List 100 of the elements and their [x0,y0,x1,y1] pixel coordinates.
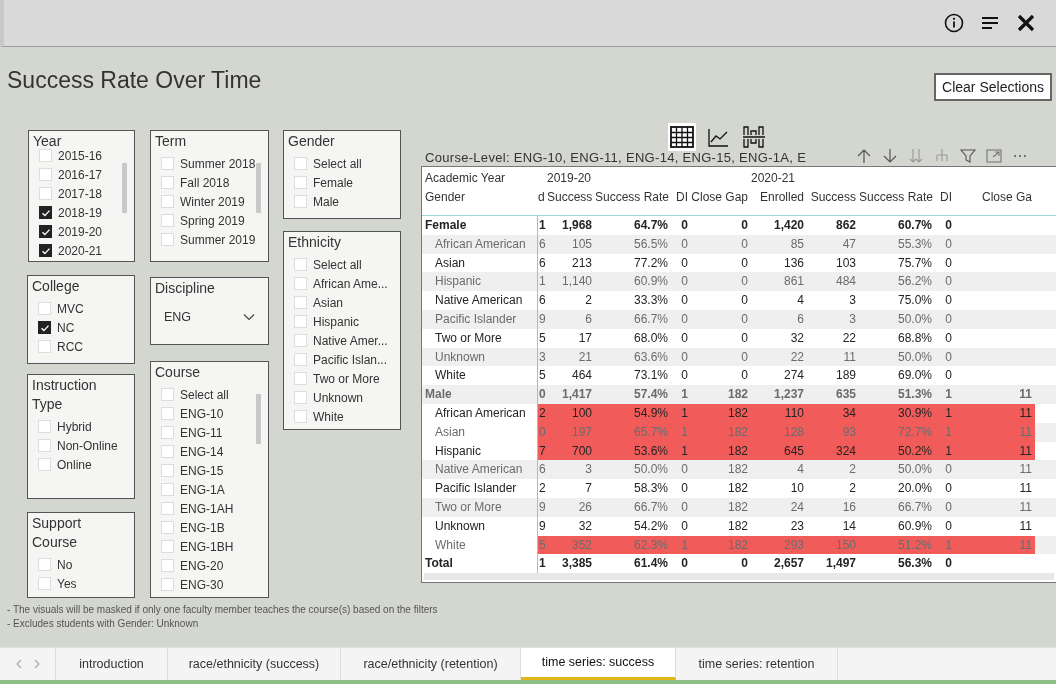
checkbox[interactable] [39,244,52,257]
table-cell-text: 5 [538,329,547,347]
table-cell-text: 4 [796,461,805,479]
table-cell: 5 [538,535,547,555]
scrollbar[interactable] [256,394,261,444]
checkbox-label: Spring 2019 [180,212,245,230]
checkbox-label: Online [57,456,92,474]
checkbox-label: RCC [57,338,83,356]
table-title: Course-Level: ENG-10, ENG-11, ENG-14, ENG-15, ENG-1A, E [425,150,807,165]
table-cell-text: 0 [680,311,689,328]
table-cell-text: 1 [538,217,547,234]
column-header: DI [675,189,689,206]
table-cell-text: 1,140 [560,273,593,291]
table-cell-text: 5 [538,367,547,385]
table-cell-text: 22 [789,348,805,366]
double-arrow-down-icon[interactable] [908,148,924,164]
table-cell-text: 32 [577,517,593,535]
table-cell-text: 0 [680,461,689,479]
table-cell-text: 0 [680,517,689,535]
table-cell-text: 56.3% [896,555,933,573]
checkbox[interactable] [38,321,51,334]
filter-icon[interactable] [960,148,976,164]
filter-title: Gender [288,132,336,151]
column-header: Close Gap [691,189,749,206]
close-icon[interactable] [1016,13,1036,33]
table-cell-text: 3 [848,311,857,328]
horizontal-scrollbar[interactable] [424,573,1054,580]
checkbox[interactable] [39,206,52,219]
chevron-right-icon[interactable] [33,659,40,669]
table-cell-text: 33.3% [632,292,669,310]
dropdown[interactable]: ENG [157,304,262,330]
arrow-down-icon[interactable] [882,148,898,164]
column-header: Success Rate [595,189,671,206]
table-cell-text: 1 [944,386,953,404]
table-cell-text: 1 [538,273,547,291]
filter-title: Discipline [155,279,216,298]
info-icon[interactable] [944,13,964,33]
table-cell-text: 85 [789,235,805,253]
scrollbar[interactable] [256,163,261,213]
chevron-down-icon [243,313,255,321]
table-cell-text: 1,968 [560,217,593,234]
column-header: Success [547,189,594,206]
table-cell-text: 274 [782,367,805,385]
scrollbar[interactable] [122,163,127,213]
table-cell-text: 0 [944,273,953,291]
table-cell-text: 66.7% [896,498,933,516]
chevron-left-icon[interactable] [15,659,22,669]
page-tab[interactable]: time series: success [521,648,676,680]
table-cell-text: 58.3% [632,480,669,498]
table-cell-text: 0 [680,498,689,516]
checkbox-label: ENG-1B [180,519,225,537]
table-cell-text: 0 [740,367,749,385]
arrow-up-icon[interactable] [856,148,872,164]
table-cell-text: 0 [740,217,749,234]
table-cell-text: 182 [726,480,749,498]
table-cell-text: 0 [944,292,953,310]
table-cell-text: 1,417 [560,386,593,404]
table-cell-text: 16 [841,498,857,516]
table-cell-text: 0 [680,254,689,272]
focus-mode-icon[interactable] [986,148,1002,164]
table-cell-text: 51.3% [896,386,933,404]
table-cell-text: 60.7% [896,217,933,234]
table-cell-text: 68.8% [896,329,933,347]
table-cell-text: 1,497 [824,555,857,573]
checkbox-label: Two or More [313,370,380,388]
checkbox-label: Summer 2019 [180,231,256,249]
column-header: Success [809,189,857,206]
table-cell-text: 0 [740,292,749,310]
table-cell-text: 0 [680,555,689,573]
table-cell-text: 6 [538,461,547,479]
checkbox-label: Winter 2019 [180,193,245,211]
table-cell-text: 11 [842,348,857,366]
checkbox-label: Yes [57,575,77,593]
column-chart-icon[interactable] [740,123,768,151]
table-cell-text: 0 [944,311,953,328]
table-cell: 7 [538,441,547,461]
table-cell-text: 1,237 [772,386,805,404]
column-header: Academic Year [424,170,507,187]
table-cell-text: 9 [538,517,547,535]
checkbox-label: 2019-20 [58,223,103,241]
table-cell-text: 3 [538,348,547,366]
table-cell-text: 0 [944,461,953,479]
table-icon[interactable] [668,123,696,151]
table-cell-text: 69.0% [896,367,933,385]
table-cell-text: 50.0% [896,461,933,479]
checkbox-label: No [57,556,73,574]
row-header: Male [422,385,538,404]
table-cell-text: 6 [538,254,547,272]
checkbox-label: Hybrid [57,418,92,436]
checkbox[interactable] [39,225,52,238]
table-cell-text: 11 [1018,498,1033,516]
clear-selections-button[interactable]: Clear Selections [934,73,1052,101]
table-cell-text: 0 [680,348,689,366]
column-header: DI [939,189,953,206]
hierarchy-icon[interactable] [934,148,950,164]
checkbox-label: Pacific Islan... [313,351,388,369]
checkbox-label: ENG-1A [180,481,225,499]
note-text: - Excludes students with Gender: Unknown [7,617,200,631]
table-cell-text: 0 [680,217,689,234]
table-cell-text: 56.5% [632,235,669,253]
